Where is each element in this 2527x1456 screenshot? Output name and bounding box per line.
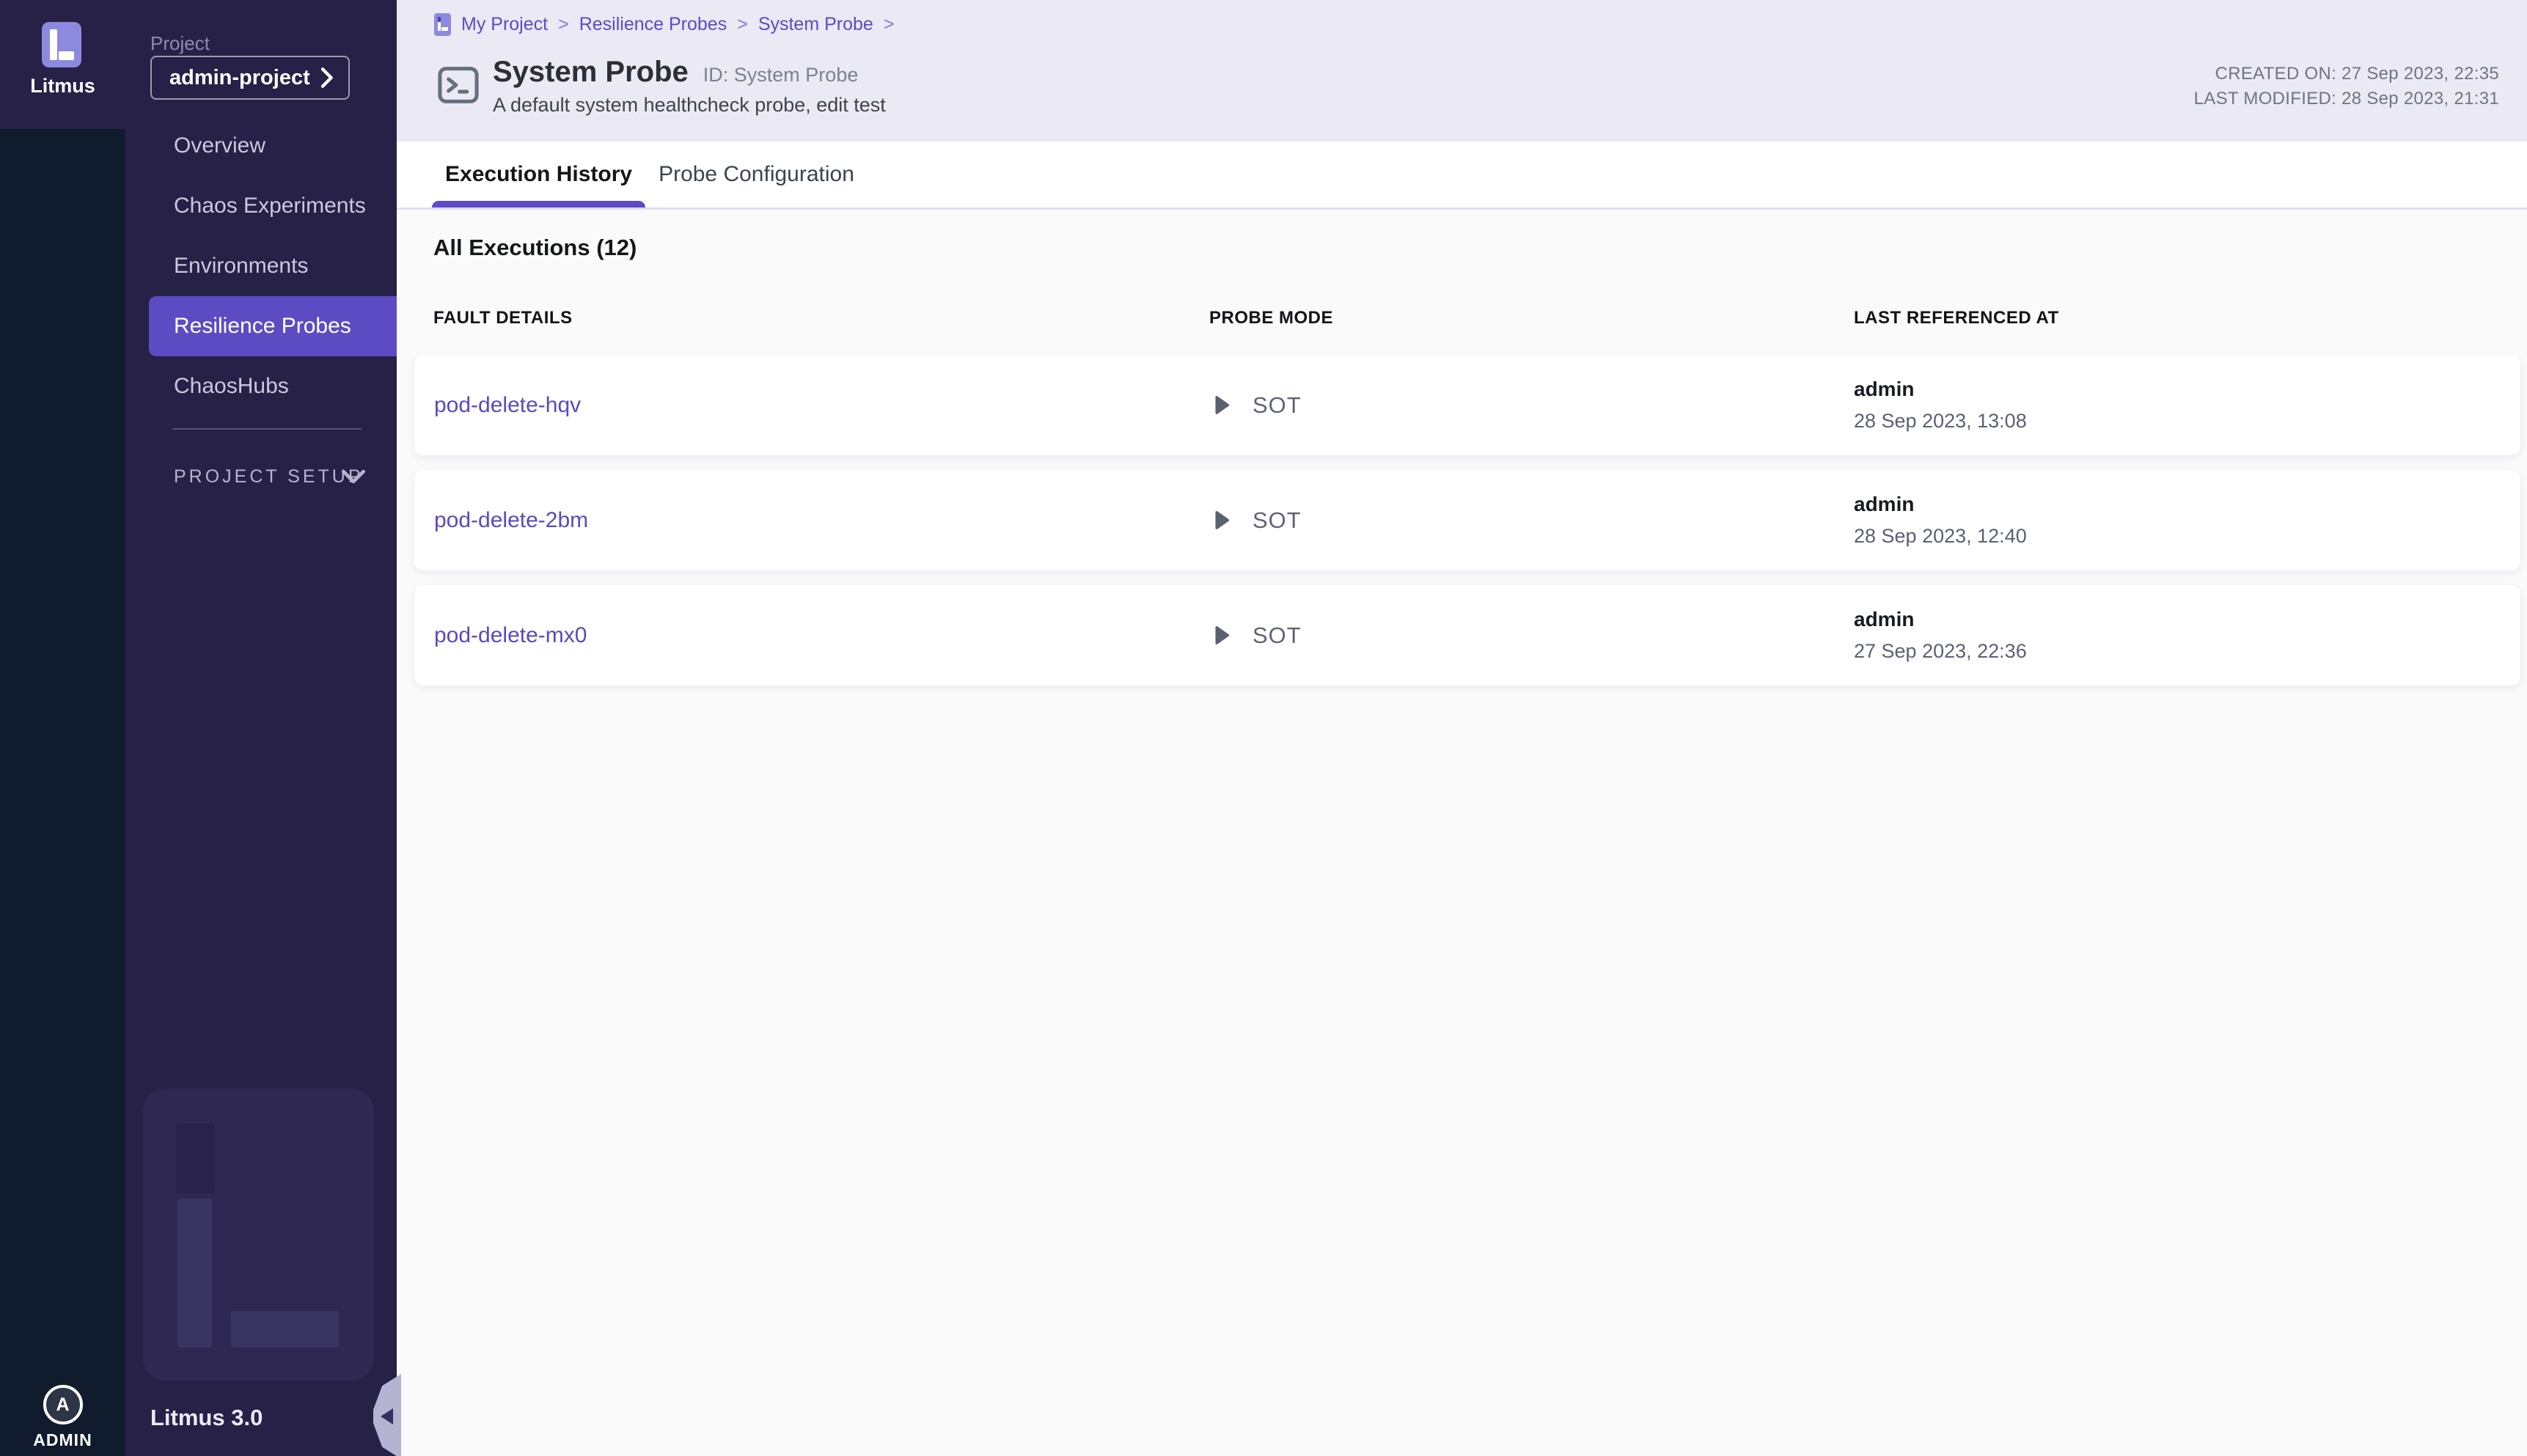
last-referenced-cell: admin 28 Sep 2023, 13:08 [1854,355,2027,455]
sidebar-item-overview[interactable]: Overview [125,116,397,176]
breadcrumb-separator: > [884,14,895,35]
execution-row: pod-delete-mx0 SOT admin 27 Sep 2023, 22… [414,585,2520,685]
play-icon[interactable] [1214,510,1231,530]
probe-mode-cell: SOT [1214,470,1302,570]
referenced-at-time: 27 Sep 2023, 22:36 [1854,640,2027,663]
sidebar-item-chaos-experiments[interactable]: Chaos Experiments [125,176,397,236]
chevron-down-icon [341,468,366,485]
sidebar-divider [172,428,362,430]
tab-execution-history[interactable]: Execution History [432,141,645,207]
litmus-logo-label: Litmus [0,75,125,98]
avatar-label: ADMIN [0,1430,125,1450]
breadcrumb-separator: > [737,14,748,35]
avatar[interactable]: A [43,1385,83,1424]
referenced-by-user: admin [1854,378,2027,401]
sidebar-item-chaoshubs[interactable]: ChaosHubs [125,356,397,416]
referenced-by-user: admin [1854,608,2027,631]
collapse-left-icon [381,1408,393,1424]
all-executions-title: All Executions (12) [433,235,637,261]
play-icon[interactable] [1214,625,1231,645]
probe-id: ID: System Probe [703,64,859,87]
breadcrumb-separator: > [558,14,569,35]
breadcrumb: My Project > Resilience Probes > System … [434,13,894,36]
last-referenced-cell: admin 28 Sep 2023, 12:40 [1854,470,2027,570]
version-label: Litmus 3.0 [150,1405,263,1431]
breadcrumb-system-probe[interactable]: System Probe [758,14,873,35]
watermark-logo [143,1089,374,1380]
created-on: CREATED ON: 27 Sep 2023, 22:35 [2194,62,2499,87]
sidebar-collapse-handle[interactable] [373,1374,401,1456]
fault-link[interactable]: pod-delete-2bm [434,470,588,570]
probe-description: A default system healthcheck probe, edit… [493,94,886,117]
fault-link[interactable]: pod-delete-mx0 [434,585,587,685]
project-selector[interactable]: admin-project [150,56,350,100]
project-selector-value: admin-project [169,66,310,90]
sidebar-nav: Overview Chaos Experiments Environments … [125,116,397,416]
breadcrumb-my-project[interactable]: My Project [461,14,548,35]
user-section: A ADMIN [0,1385,125,1450]
referenced-at-time: 28 Sep 2023, 12:40 [1854,525,2027,548]
column-header-fault-details: FAULT DETAILS [433,308,573,328]
project-setup-toggle[interactable]: PROJECT SETUP [125,456,397,497]
play-icon[interactable] [1214,395,1231,415]
project-setup-label: PROJECT SETUP [174,466,364,488]
left-rail: Litmus A ADMIN [0,0,125,1456]
probe-meta: CREATED ON: 27 Sep 2023, 22:35 LAST MODI… [2194,62,2499,111]
sidebar-item-environments[interactable]: Environments [125,236,397,296]
column-header-last-referenced-at: LAST REFERENCED AT [1854,308,2059,328]
litmus-logo-icon[interactable] [42,22,81,67]
last-referenced-cell: admin 27 Sep 2023, 22:36 [1854,585,2027,685]
terminal-icon [434,62,483,109]
referenced-at-time: 28 Sep 2023, 13:08 [1854,410,2027,433]
project-label: Project [150,32,210,55]
column-header-probe-mode: PROBE MODE [1209,308,1333,328]
probe-mode-value: SOT [1253,507,1302,534]
breadcrumb-resilience-probes[interactable]: Resilience Probes [579,14,727,35]
title-line: System Probe ID: System Probe [493,56,858,89]
probe-mode-cell: SOT [1214,585,1302,685]
page-title: System Probe [493,56,689,89]
execution-row: pod-delete-hqv SOT admin 28 Sep 2023, 13… [414,355,2520,455]
breadcrumb-logo-icon [434,13,451,36]
probe-mode-value: SOT [1253,392,1302,419]
probe-mode-value: SOT [1253,622,1302,649]
sidebar: Project admin-project Overview Chaos Exp… [125,0,397,1456]
fault-link[interactable]: pod-delete-hqv [434,355,581,455]
referenced-by-user: admin [1854,493,2027,516]
sidebar-item-resilience-probes[interactable]: Resilience Probes [149,296,397,356]
execution-history-panel: All Executions (12) FAULT DETAILS PROBE … [397,210,2527,1456]
litmus-app: Litmus A ADMIN Project admin-project Ove… [0,0,2527,1456]
page-header: My Project > Resilience Probes > System … [397,0,2527,141]
execution-row: pod-delete-2bm SOT admin 28 Sep 2023, 12… [414,470,2520,570]
probe-mode-cell: SOT [1214,355,1302,455]
chevron-right-icon [319,67,334,89]
tab-bar: Execution History Probe Configuration [397,141,2527,210]
main-area: My Project > Resilience Probes > System … [397,0,2527,1456]
tab-probe-configuration[interactable]: Probe Configuration [645,141,868,207]
last-modified: LAST MODIFIED: 28 Sep 2023, 21:31 [2194,87,2499,111]
